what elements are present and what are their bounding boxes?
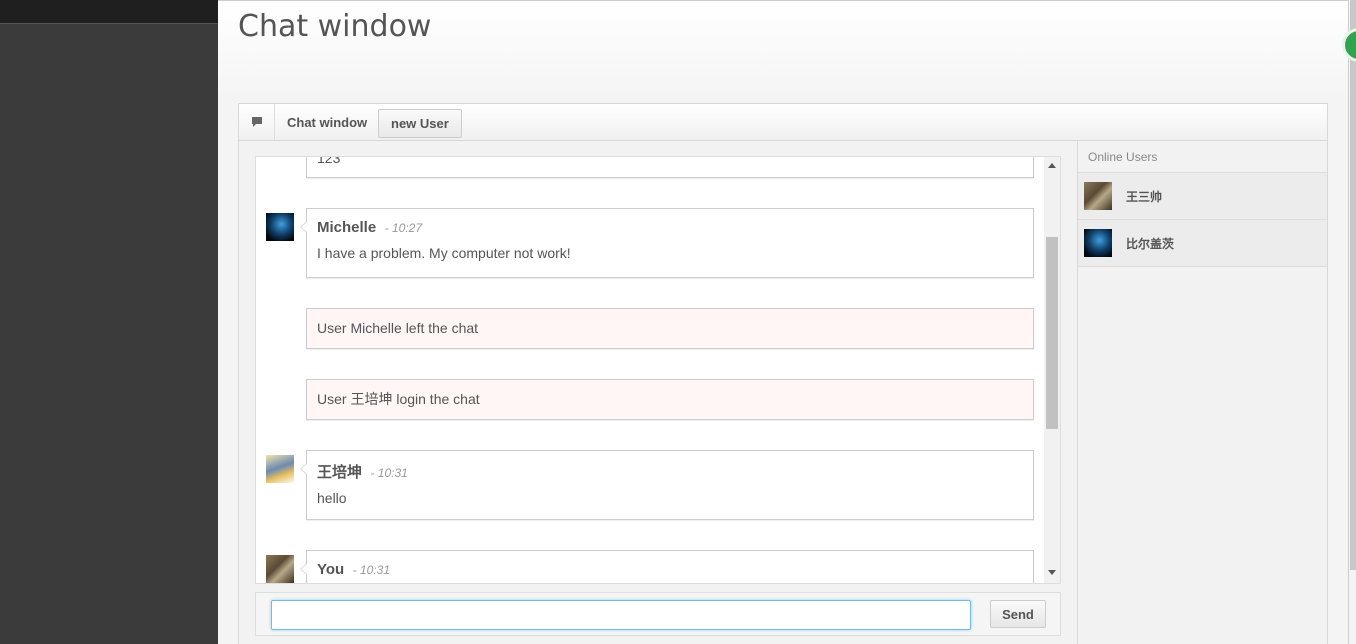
message-author: You	[317, 561, 345, 578]
widget-title: Chat window	[287, 115, 368, 130]
avatar	[266, 455, 294, 483]
system-message-text: User 王培坤 login the chat	[317, 391, 480, 407]
message-text: 123	[317, 157, 341, 166]
system-message: User 王培坤 login the chat	[306, 379, 1034, 420]
new-user-tab[interactable]: new User	[378, 109, 462, 138]
message-item: 王培坤 - 10:31 hello	[300, 450, 1034, 520]
scrollbar-thumb[interactable]	[1046, 237, 1058, 429]
message-text: hello	[317, 490, 347, 506]
page-title: Chat window	[238, 9, 432, 44]
chat-bubble-icon	[239, 104, 275, 140]
message-time: - 10:27	[384, 221, 422, 235]
message-author: Michelle	[317, 219, 377, 236]
scroll-down-icon[interactable]	[1048, 570, 1056, 575]
avatar	[1084, 229, 1112, 257]
message-item: 123	[306, 157, 1034, 178]
send-button[interactable]: Send	[990, 600, 1046, 628]
composer: Send	[255, 592, 1061, 636]
widget-header: Chat window new User	[239, 104, 1327, 141]
message-scrollbar[interactable]	[1044, 157, 1060, 583]
system-message-text: User Michelle left the chat	[317, 320, 479, 336]
message-item: Michelle - 10:27 I have a problem. My co…	[300, 208, 1034, 278]
left-topbar	[0, 0, 218, 24]
avatar	[266, 213, 294, 241]
page-scrollbar[interactable]	[1348, 0, 1356, 644]
avatar	[266, 555, 294, 583]
online-users-title: Online Users	[1078, 141, 1327, 173]
online-user-item[interactable]: 比尔盖茨	[1078, 220, 1327, 267]
system-message: User Michelle left the chat	[306, 308, 1034, 349]
avatar	[1084, 182, 1112, 210]
message-text: I have a problem. My computer not work!	[317, 245, 571, 261]
online-user-name: 比尔盖茨	[1126, 237, 1175, 251]
message-input[interactable]	[271, 600, 971, 630]
message-time: - 10:31	[352, 563, 391, 577]
chat-messages-panel: 123 Michelle - 10:27 I have a problem. M…	[255, 156, 1061, 584]
page-scrollbar-thumb[interactable]	[1350, 0, 1356, 570]
main-content: Chat window Chat window new User 123 Mic…	[218, 0, 1348, 644]
online-users-panel: Online Users 王三帅 比尔盖茨	[1077, 141, 1327, 644]
online-user-name: 王三帅	[1126, 190, 1163, 204]
scroll-up-icon[interactable]	[1048, 163, 1056, 168]
message-list[interactable]: 123 Michelle - 10:27 I have a problem. M…	[256, 157, 1044, 583]
left-pane	[0, 0, 218, 644]
online-user-item[interactable]: 王三帅	[1078, 173, 1327, 220]
chat-widget: Chat window new User 123 Michelle - 10:2…	[238, 103, 1328, 644]
message-item: You - 10:31	[300, 550, 1034, 583]
message-author: 王培坤	[317, 464, 363, 481]
message-time: - 10:31	[370, 466, 408, 480]
